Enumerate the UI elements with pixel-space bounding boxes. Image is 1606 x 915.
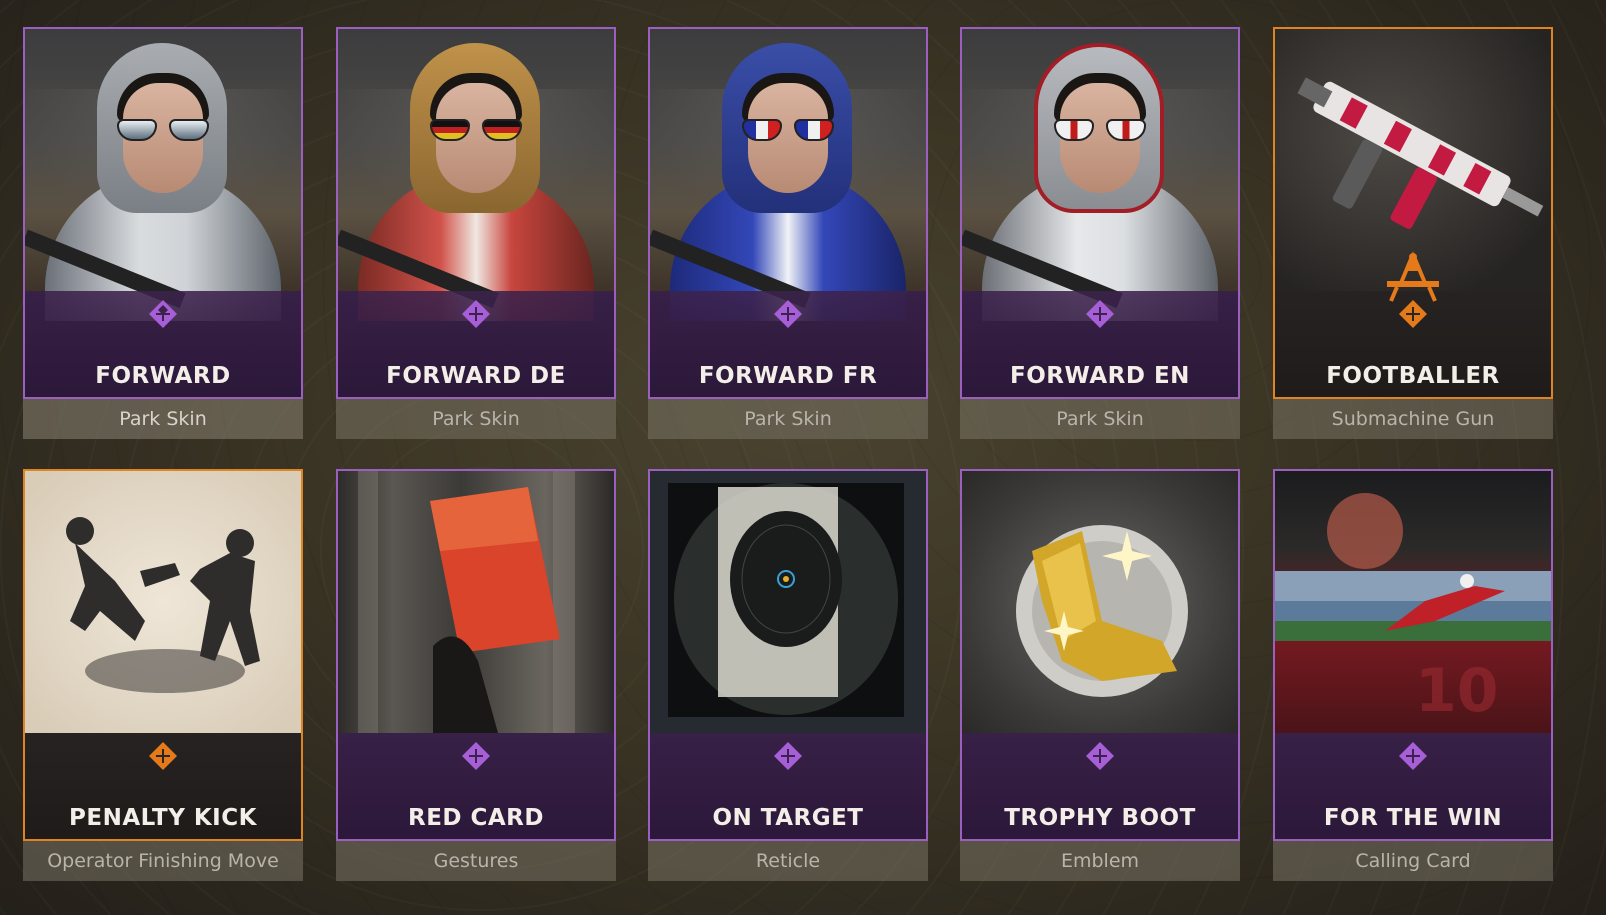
emblem-art: [962, 471, 1238, 733]
item-card-footballer[interactable]: FOOTBALLER Submachine Gun: [1273, 27, 1553, 467]
purple-diamond-icon: [774, 300, 802, 328]
name-band: FORWARD EN: [962, 291, 1238, 397]
item-name: FORWARD DE: [386, 363, 566, 389]
orange-diamond-icon: [149, 742, 177, 770]
purple-diamond-icon: [774, 742, 802, 770]
item-type: Emblem: [960, 841, 1240, 881]
item-frame: ON TARGET: [648, 469, 928, 841]
purple-diamond-icon: [1399, 742, 1427, 770]
item-name: RED CARD: [407, 805, 544, 831]
blueprint-icon: [1387, 251, 1439, 302]
operator-art: [962, 29, 1238, 321]
purple-diamond-icon: [462, 742, 490, 770]
purple-diamond-icon: [1086, 742, 1114, 770]
svg-text:10: 10: [1415, 656, 1499, 726]
item-name: FOOTBALLER: [1326, 363, 1500, 389]
item-type: Reticle: [648, 841, 928, 881]
item-type: Park Skin: [960, 399, 1240, 439]
item-name: FORWARD FR: [698, 363, 878, 389]
item-card-trophy-boot[interactable]: TROPHY BOOT Emblem: [960, 469, 1240, 909]
item-card-for-the-win[interactable]: 10 FOR THE WIN Calling Card: [1273, 469, 1553, 909]
item-card-penalty-kick[interactable]: PENALTY KICK Operator Finishing Move: [23, 469, 303, 909]
item-card-forward[interactable]: FORWARD Park Skin: [23, 27, 303, 467]
item-grid: FORWARD Park Skin FORWARD DE Park Skin F…: [0, 0, 1606, 915]
item-name: FORWARD EN: [1010, 363, 1190, 389]
item-card-on-target[interactable]: ON TARGET Reticle: [648, 469, 928, 909]
red-card-hand-image: [358, 471, 575, 733]
item-type: Operator Finishing Move: [23, 841, 303, 881]
purple-diamond-icon: [1086, 300, 1114, 328]
item-card-forward-de[interactable]: FORWARD DE Park Skin: [336, 27, 616, 467]
operator-art: [650, 29, 926, 321]
item-name: FORWARD: [95, 363, 231, 389]
item-name: FOR THE WIN: [1323, 805, 1503, 831]
item-frame: TROPHY BOOT: [960, 469, 1240, 841]
golden-boot-image: [1016, 525, 1188, 697]
item-frame: FORWARD: [23, 27, 303, 399]
purple-diamond-icon: [149, 300, 177, 328]
name-band: PENALTY KICK: [25, 733, 301, 839]
name-band: TROPHY BOOT: [962, 733, 1238, 839]
item-frame: FOOTBALLER: [1273, 27, 1553, 399]
item-type: Park Skin: [336, 399, 616, 439]
name-band: ON TARGET: [650, 733, 926, 839]
item-frame: PENALTY KICK: [23, 469, 303, 841]
scope-reticle-image: [668, 483, 904, 717]
item-type: Park Skin: [648, 399, 928, 439]
item-card-forward-en[interactable]: FORWARD EN Park Skin: [960, 27, 1240, 467]
finishing-move-art: [25, 471, 301, 733]
red-card-art: [338, 471, 614, 733]
operator-art: [25, 29, 301, 321]
reticle-art: [650, 471, 926, 733]
item-name: PENALTY KICK: [69, 805, 257, 831]
item-type: Park Skin: [23, 399, 303, 439]
orange-diamond-icon: [1399, 300, 1427, 328]
item-name: TROPHY BOOT: [1004, 805, 1196, 831]
name-band: FOOTBALLER: [1275, 251, 1551, 397]
item-name: ON TARGET: [712, 805, 864, 831]
item-frame: FORWARD EN: [960, 27, 1240, 399]
item-frame: RED CARD: [336, 469, 616, 841]
item-card-forward-fr[interactable]: FORWARD FR Park Skin: [648, 27, 928, 467]
item-frame: FORWARD FR: [648, 27, 928, 399]
stadium-kick-image: 10: [1275, 493, 1551, 726]
name-band: FORWARD FR: [650, 291, 926, 397]
finishing-move-sketch-image: [66, 517, 260, 693]
item-type: Calling Card: [1273, 841, 1553, 881]
item-frame: FORWARD DE: [336, 27, 616, 399]
purple-diamond-icon: [462, 300, 490, 328]
name-band: FOR THE WIN: [1275, 733, 1551, 839]
name-band: FORWARD DE: [338, 291, 614, 397]
item-type: Submachine Gun: [1273, 399, 1553, 439]
item-card-red-card[interactable]: RED CARD Gestures: [336, 469, 616, 909]
calling-card-art: 10: [1275, 471, 1551, 733]
name-band: RED CARD: [338, 733, 614, 839]
item-frame: 10 FOR THE WIN: [1273, 469, 1553, 841]
item-type: Gestures: [336, 841, 616, 881]
name-band: FORWARD: [25, 291, 301, 397]
operator-art: [338, 29, 614, 321]
